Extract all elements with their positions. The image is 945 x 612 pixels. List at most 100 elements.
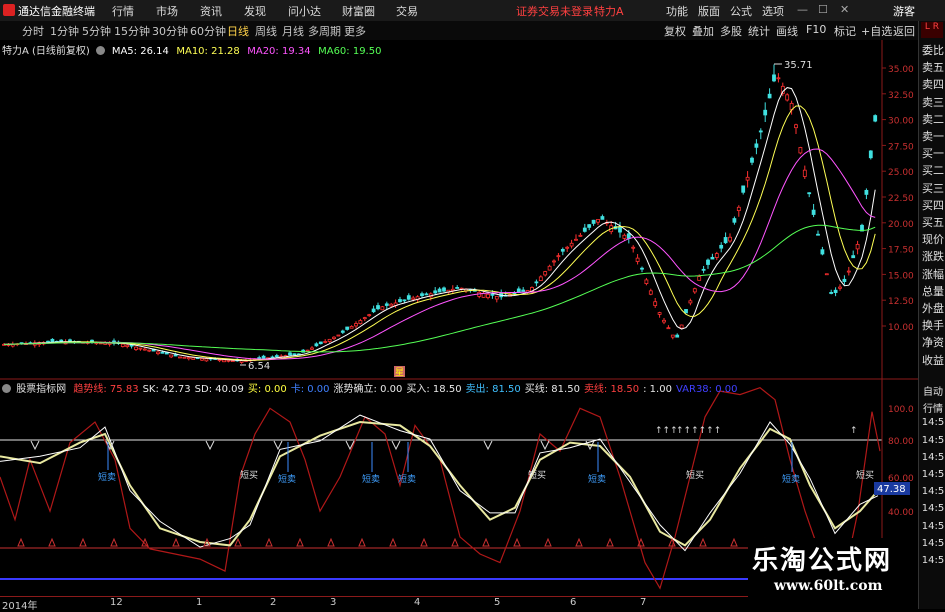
candle-body bbox=[314, 343, 319, 347]
candle-body bbox=[323, 341, 328, 343]
candle-body bbox=[50, 338, 55, 343]
candle-body bbox=[239, 360, 244, 363]
candle-body bbox=[763, 109, 768, 116]
period-60min[interactable]: 60分钟 bbox=[190, 23, 226, 39]
period-more[interactable]: 更多 bbox=[344, 23, 366, 39]
tick-time: 14:5 bbox=[921, 555, 945, 566]
login-status[interactable]: 证券交易未登录 bbox=[516, 3, 593, 19]
indicator-name[interactable]: 股票指标网 bbox=[16, 384, 66, 395]
period-15min[interactable]: 15分钟 bbox=[114, 23, 150, 39]
candle-body bbox=[147, 349, 152, 352]
menu-ask[interactable]: 问小达 bbox=[288, 3, 321, 19]
tool-mark[interactable]: 标记 bbox=[834, 23, 856, 39]
indicator-settings-icon[interactable] bbox=[2, 384, 11, 393]
high-label: 35.71 bbox=[784, 60, 813, 71]
candle-body bbox=[178, 356, 182, 359]
price-tick: 20.00 bbox=[888, 220, 914, 230]
period-30min[interactable]: 30分钟 bbox=[152, 23, 188, 39]
candle-body bbox=[657, 312, 662, 315]
sell-signal: 短卖 bbox=[782, 473, 800, 485]
price-chart[interactable]: 35.00 32.50 30.00 27.50 25.00 22.50 20.00 17.50… bbox=[0, 40, 918, 378]
tool-multi-stock[interactable]: 多股 bbox=[720, 23, 742, 39]
candle-body bbox=[420, 293, 424, 297]
menu-layout[interactable]: 版面 bbox=[698, 3, 720, 19]
panel-field-label: 买二 bbox=[922, 164, 944, 178]
candle-body bbox=[622, 234, 627, 239]
candle-body bbox=[798, 147, 803, 154]
price-tick: 35.00 bbox=[888, 65, 914, 75]
candle-body bbox=[569, 242, 574, 247]
app-title: 通达信金融终端 bbox=[18, 5, 95, 18]
watermark-title: 乐淘公式网 bbox=[752, 546, 893, 576]
minimize-icon[interactable]: — bbox=[797, 3, 808, 16]
indicator-item: SD: 40.09 bbox=[194, 384, 244, 395]
panel-field-label: 卖一 bbox=[922, 130, 944, 143]
tool-draw[interactable]: 画线 bbox=[776, 23, 798, 39]
sell-signal: 短卖 bbox=[362, 473, 380, 485]
tool-f10[interactable]: F10 bbox=[806, 23, 826, 36]
menu-news[interactable]: 资讯 bbox=[200, 3, 222, 19]
menu-function[interactable]: 功能 bbox=[666, 3, 688, 19]
candle-body bbox=[653, 301, 658, 306]
candle-body bbox=[182, 356, 187, 359]
menu-quotes[interactable]: 行情 bbox=[112, 3, 134, 19]
candle-body bbox=[710, 256, 715, 260]
settings-icon[interactable] bbox=[96, 46, 106, 55]
candle-body bbox=[776, 77, 781, 80]
tool-adjust[interactable]: 复权 bbox=[664, 23, 686, 39]
candle-body bbox=[490, 293, 495, 296]
arrow-marks-3: ↑ bbox=[850, 426, 858, 436]
candle-body bbox=[732, 218, 737, 223]
indicator-item: SK: 42.73 bbox=[142, 384, 191, 395]
indicator-item: 卖线: 18.50 bbox=[583, 384, 640, 395]
panel-field-label: 净资 bbox=[922, 336, 944, 350]
current-value: 47.38 bbox=[877, 484, 906, 495]
menu-wealth-circle[interactable]: 财富圈 bbox=[342, 3, 375, 19]
panel-field-label: 委比 bbox=[922, 44, 944, 57]
menu-market[interactable]: 市场 bbox=[156, 3, 178, 19]
period-monthly[interactable]: 月线 bbox=[282, 23, 304, 39]
tick-time: 14:5 bbox=[921, 537, 945, 549]
period-multi[interactable]: 多周期 bbox=[308, 23, 341, 39]
panel-field-label: 卖五 bbox=[922, 61, 944, 75]
candle-body bbox=[582, 227, 587, 232]
candle-body bbox=[120, 343, 125, 347]
guest-user[interactable]: 游客 bbox=[893, 3, 915, 19]
candle-body bbox=[204, 358, 209, 362]
candle-body bbox=[578, 234, 583, 237]
candle-body bbox=[631, 246, 636, 249]
panel-field-label: 卖二 bbox=[922, 112, 944, 126]
candle-body bbox=[261, 355, 266, 359]
period-intraday[interactable]: 分时 bbox=[22, 23, 44, 39]
candle-body bbox=[142, 348, 147, 351]
tool-stats[interactable]: 统计 bbox=[748, 23, 770, 39]
maximize-icon[interactable]: ☐ bbox=[818, 3, 828, 16]
candle-body bbox=[772, 74, 776, 82]
indicator-header: 股票指标网 趋势线: 75.83 SK: 42.73 SD: 40.09 买: 0.0… bbox=[2, 380, 737, 395]
menu-trade[interactable]: 交易 bbox=[396, 3, 418, 19]
tool-back[interactable]: 返回 bbox=[893, 23, 915, 39]
tool-overlay[interactable]: 叠加 bbox=[692, 23, 714, 39]
panel-tab-icon[interactable]: L R bbox=[921, 22, 943, 38]
menu-formula[interactable]: 公式 bbox=[730, 3, 752, 19]
period-5min[interactable]: 5分钟 bbox=[82, 23, 111, 39]
panel-tab[interactable]: 行情 bbox=[920, 400, 945, 415]
period-daily[interactable]: 日线 bbox=[227, 23, 249, 39]
price-tick: 32.50 bbox=[888, 91, 914, 101]
menu-discover[interactable]: 发现 bbox=[244, 3, 266, 19]
panel-field-label: 卖三 bbox=[922, 95, 944, 109]
period-1min[interactable]: 1分钟 bbox=[50, 23, 79, 39]
close-icon[interactable]: ✕ bbox=[840, 3, 849, 16]
main-chart-header: 特力A (日线前复权) MA5: 26.14 MA10: 21.28 MA20:… bbox=[2, 42, 381, 57]
menu-options[interactable]: 选项 bbox=[762, 3, 784, 19]
tool-add-favorite[interactable]: +自选 bbox=[861, 23, 892, 39]
period-weekly[interactable]: 周线 bbox=[255, 23, 277, 39]
panel-tab[interactable]: 自动 bbox=[920, 383, 945, 398]
candle-body bbox=[675, 334, 680, 338]
candle-body bbox=[701, 268, 706, 271]
buy-signal: 短买 bbox=[686, 469, 704, 481]
sell-signal: 短卖 bbox=[278, 473, 296, 485]
candle-body bbox=[543, 271, 548, 276]
top-menu-bar: 通达信金融终端 行情 市场 资讯 发现 问小达 财富圈 交易 证券交易未登录 特… bbox=[0, 0, 945, 22]
candle-body bbox=[600, 216, 605, 220]
